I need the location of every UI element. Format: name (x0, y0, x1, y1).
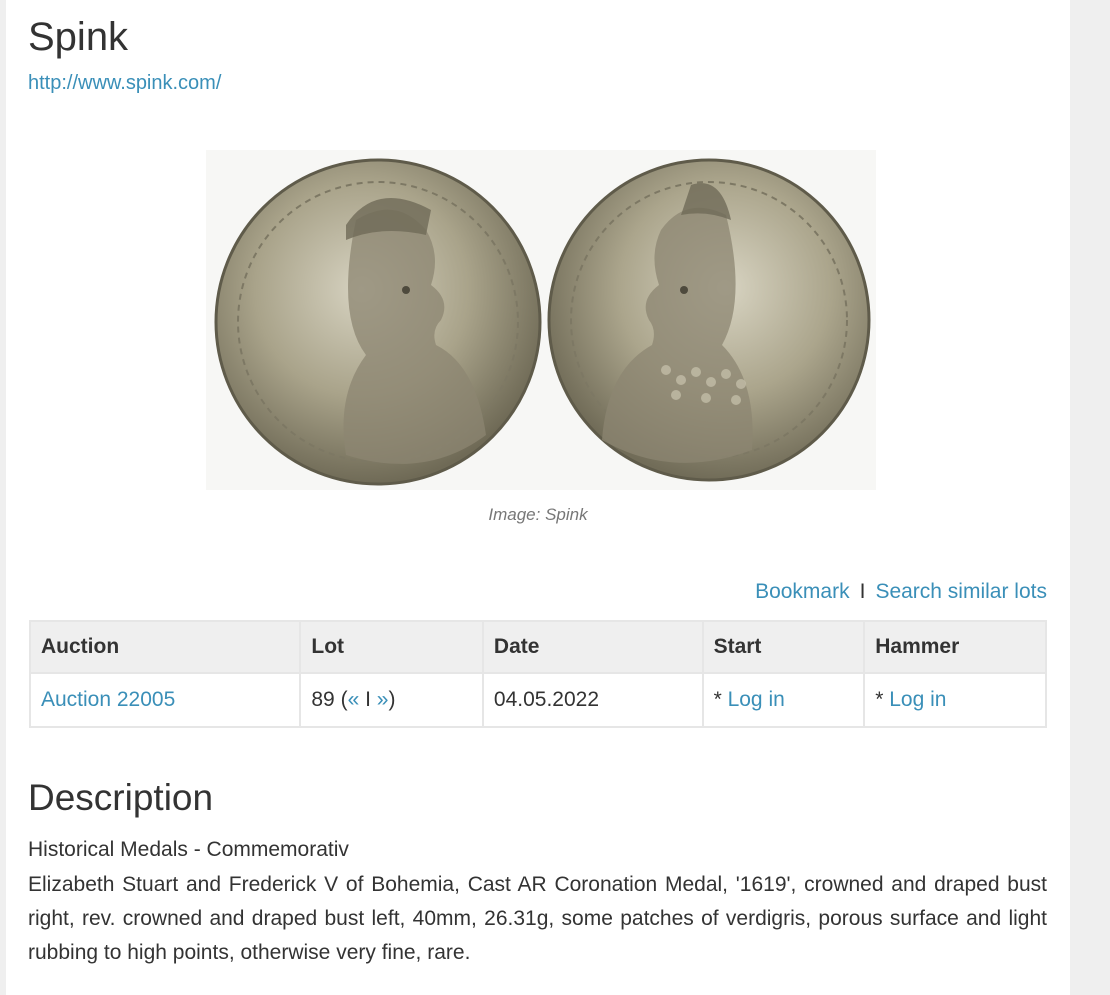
table-row: Auction 22005 89 (« I ») 04.05.2022 * Lo… (28, 672, 1047, 728)
header-start: Start (701, 620, 866, 674)
lot-actions: Bookmark I Search similar lots (755, 580, 1047, 604)
header-hammer: Hammer (863, 620, 1047, 674)
coin-photo-icon (206, 150, 876, 490)
cell-start: * Log in (701, 672, 866, 728)
cell-auction: Auction 22005 (28, 672, 302, 728)
description-category: Historical Medals - Commemorativ (28, 838, 349, 861)
lot-number: 89 (311, 688, 335, 711)
search-similar-lots-link[interactable]: Search similar lots (875, 580, 1047, 603)
image-credit: Image: Spink (488, 505, 588, 524)
header-auction: Auction (28, 620, 302, 674)
medal-reverse (547, 158, 871, 482)
description-text: Elizabeth Stuart and Frederick V of Bohe… (28, 873, 1047, 964)
start-login-link[interactable]: Log in (728, 688, 785, 711)
header-date: Date (481, 620, 704, 674)
next-lot-link[interactable]: » (377, 688, 389, 711)
previous-lot-link[interactable]: « (348, 688, 360, 711)
description-title: Description (28, 777, 214, 818)
coin-image (206, 150, 876, 490)
table-header-row: Auction Lot Date Start Hammer (28, 620, 1047, 674)
lot-nav-separator: I (365, 688, 371, 711)
header-lot: Lot (299, 620, 484, 674)
cell-lot: 89 (« I ») (299, 672, 484, 728)
auction-link[interactable]: Auction 22005 (41, 688, 175, 711)
auction-house-title: Spink (28, 15, 129, 59)
page: Spink http://www.spink.com/ Image: Spink… (6, 0, 1070, 995)
medal-obverse (214, 158, 542, 486)
cell-date: 04.05.2022 (481, 672, 704, 728)
auction-house-link[interactable]: http://www.spink.com/ (28, 72, 221, 95)
hammer-prefix: * (875, 688, 890, 711)
hammer-login-link[interactable]: Log in (889, 688, 946, 711)
auction-lot-table: Auction Lot Date Start Hammer Auction 22… (28, 620, 1047, 728)
bookmark-link[interactable]: Bookmark (755, 580, 850, 603)
start-prefix: * (713, 688, 728, 711)
actions-separator: I (859, 580, 866, 603)
cell-hammer: * Log in (863, 672, 1047, 728)
